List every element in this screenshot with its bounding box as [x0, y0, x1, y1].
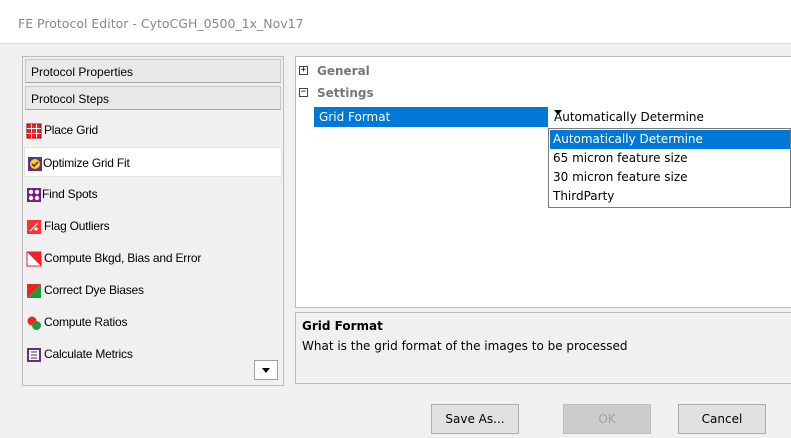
dropdown-arrow-icon[interactable] — [554, 110, 562, 115]
dye-icon — [27, 284, 41, 298]
dropdown-option[interactable]: 65 micron feature size — [550, 149, 790, 168]
description-text: What is the grid format of the images to… — [302, 339, 628, 353]
property-value: Automatically Determine — [554, 110, 704, 124]
collapse-toggle[interactable]: − — [299, 88, 308, 97]
step-label: Correct Dye Biases — [44, 283, 144, 297]
property-name-cell[interactable]: Grid Format — [314, 107, 548, 127]
step-compute-bkgd[interactable]: Compute Bkgd, Bias and Error — [24, 243, 282, 273]
cancel-button[interactable]: Cancel — [678, 404, 766, 434]
property-name: Grid Format — [319, 110, 391, 124]
step-label: Compute Ratios — [44, 315, 128, 329]
step-find-spots[interactable]: Find Spots — [24, 179, 282, 209]
category-label: Settings — [317, 86, 374, 100]
save-as-button[interactable]: Save As... — [431, 404, 519, 434]
window-title: FE Protocol Editor - CytoCGH_0500_1x_Nov… — [18, 16, 304, 31]
protocol-steps-label: Protocol Steps — [31, 92, 110, 106]
grid-format-dropdown-list: Automatically Determine 65 micron featur… — [548, 128, 791, 208]
protocol-steps-panel: Protocol Properties Protocol Steps Place… — [22, 56, 284, 386]
step-optimize-grid-fit[interactable]: Optimize Grid Fit — [24, 147, 282, 177]
protocol-properties-button[interactable]: Protocol Properties — [25, 59, 281, 83]
ratios-icon — [27, 316, 41, 330]
option-label: ThirdParty — [553, 189, 615, 203]
dropdown-option[interactable]: ThirdParty — [550, 187, 790, 206]
step-label: Calculate Metrics — [44, 347, 133, 361]
step-correct-dye-biases[interactable]: Correct Dye Biases — [24, 275, 282, 305]
category-label: General — [317, 64, 370, 78]
chevron-down-icon — [262, 368, 270, 373]
grid-icon — [26, 123, 42, 139]
optimize-icon — [28, 157, 42, 171]
dropdown-option[interactable]: 30 micron feature size — [550, 168, 790, 187]
title-bar: FE Protocol Editor - CytoCGH_0500_1x_Nov… — [0, 0, 791, 44]
step-label: Compute Bkgd, Bias and Error — [44, 251, 202, 265]
step-calculate-metrics[interactable]: Calculate Metrics — [24, 339, 282, 369]
flag-icon — [27, 220, 41, 234]
step-place-grid[interactable]: Place Grid — [24, 115, 282, 145]
protocol-properties-label: Protocol Properties — [31, 65, 134, 79]
category-settings[interactable]: − Settings — [296, 83, 791, 103]
property-row-grid-format[interactable]: Grid Format Automatically Determine — [314, 107, 791, 127]
category-general[interactable]: + General — [296, 61, 791, 81]
protocol-steps-button[interactable]: Protocol Steps — [25, 86, 281, 110]
step-label: Optimize Grid Fit — [43, 156, 130, 170]
description-panel: Grid Format What is the grid format of t… — [295, 312, 791, 384]
dropdown-option[interactable]: Automatically Determine — [550, 130, 790, 149]
ok-button[interactable]: OK — [563, 404, 651, 434]
step-label: Place Grid — [44, 123, 99, 137]
metrics-icon — [27, 348, 41, 362]
step-label: Find Spots — [42, 187, 98, 201]
expand-toggle[interactable]: + — [299, 66, 308, 75]
step-compute-ratios[interactable]: Compute Ratios — [24, 307, 282, 337]
option-label: 30 micron feature size — [553, 170, 688, 184]
scroll-down-button[interactable] — [254, 360, 278, 380]
property-value-select[interactable]: Automatically Determine — [550, 107, 791, 127]
step-label: Flag Outliers — [44, 219, 110, 233]
option-label: 65 micron feature size — [553, 151, 688, 165]
option-label: Automatically Determine — [553, 132, 703, 146]
spots-icon — [27, 188, 41, 202]
step-flag-outliers[interactable]: Flag Outliers — [24, 211, 282, 241]
bkgd-icon — [26, 251, 42, 267]
description-title: Grid Format — [302, 319, 383, 333]
